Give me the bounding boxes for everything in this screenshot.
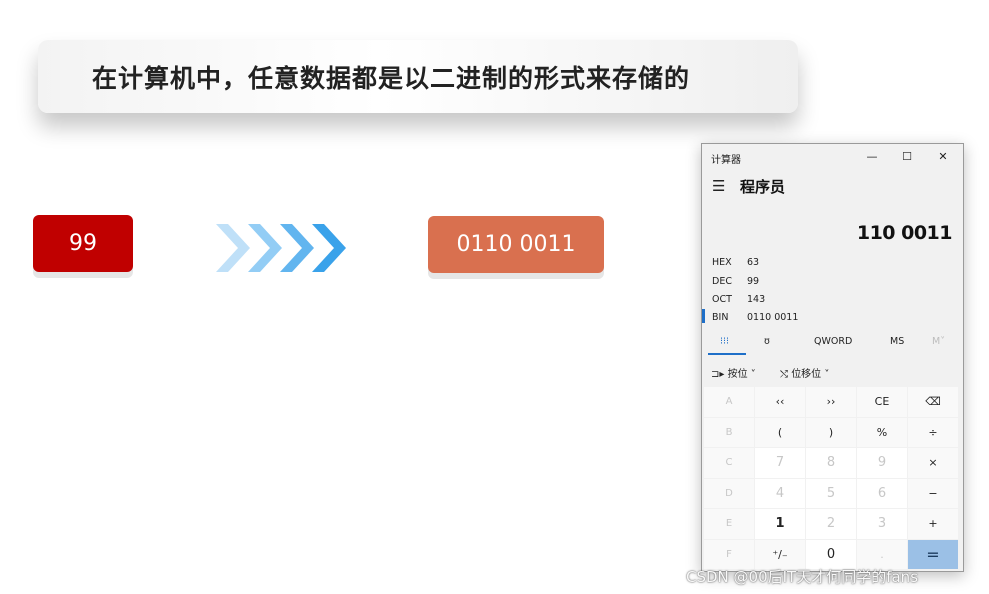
bitwise-ops-row: ⊐▸ 按位 ˅ ⤭ 位移位 ˅	[702, 362, 963, 384]
chevron-right-icon	[216, 224, 250, 272]
chevron-right-icon	[280, 224, 314, 272]
key-d[interactable]: D	[704, 478, 754, 508]
key-3[interactable]: 3	[857, 509, 907, 539]
key-6[interactable]: 6	[857, 478, 907, 508]
word-size-button[interactable]: QWORD	[814, 336, 852, 347]
key-close-paren[interactable]: )	[806, 417, 856, 447]
bit-shift-dropdown[interactable]: ⤭ 位移位 ˅	[780, 365, 829, 380]
radix-name: OCT	[712, 294, 732, 305]
key-right-shift[interactable]: ››	[806, 387, 856, 417]
key-decimal[interactable]: .	[857, 539, 907, 569]
watermark-text: CSDN @00后IT天才何同学的fans	[686, 568, 919, 586]
key-b[interactable]: B	[704, 417, 754, 447]
maximize-button[interactable]: ☐	[892, 147, 922, 167]
equals-button[interactable]: =	[908, 539, 958, 569]
multiply-icon[interactable]: ×	[908, 448, 958, 478]
radix-value: 99	[747, 276, 760, 287]
key-8[interactable]: 8	[806, 448, 856, 478]
key-7[interactable]: 7	[755, 448, 805, 478]
plus-icon[interactable]: +	[908, 509, 958, 539]
radix-value: 0110 0011	[747, 312, 799, 323]
key-a[interactable]: A	[704, 387, 754, 417]
memory-list-button[interactable]: M˅	[932, 336, 945, 347]
chevron-right-icon	[312, 224, 346, 272]
binary-value-box: 0110 0011	[428, 216, 604, 273]
title-banner: 在计算机中，任意数据都是以二进制的形式来存储的	[38, 40, 798, 113]
bitwise-icon: ⊐▸	[711, 369, 725, 380]
result-display: 110 0011	[856, 222, 953, 244]
key-5[interactable]: 5	[806, 478, 856, 508]
negate-icon[interactable]: ⁺∕₋	[755, 539, 805, 569]
bitwise-dropdown[interactable]: ⊐▸ 按位 ˅	[711, 365, 756, 380]
bit-shift-label: 位移位 ˅	[791, 369, 830, 380]
radix-name: DEC	[712, 276, 732, 287]
radix-value: 63	[747, 257, 760, 268]
divide-icon[interactable]: ÷	[908, 417, 958, 447]
bitwise-label: 按位 ˅	[727, 369, 756, 380]
hamburger-menu-icon[interactable]: ☰	[712, 177, 725, 195]
minimize-button[interactable]: —	[857, 147, 887, 167]
bit-shift-icon: ⤭	[780, 369, 788, 380]
calculator-window: 计算器 — ☐ ✕ ☰ 程序员 110 0011 HEX 63 DEC 99 O…	[701, 143, 964, 572]
key-1[interactable]: 1	[755, 509, 805, 539]
banner-title: 在计算机中，任意数据都是以二进制的形式来存储的	[92, 63, 691, 93]
key-9[interactable]: 9	[857, 448, 907, 478]
radix-selection-indicator	[702, 309, 705, 323]
key-left-shift[interactable]: ‹‹	[755, 387, 805, 417]
decimal-value-box: 99	[33, 215, 133, 272]
keypad: A ‹‹ ›› CE ⌫ B ( ) % ÷ C 7 8 9 × D 4 5 6…	[704, 387, 958, 569]
full-keypad-icon[interactable]: ⁝⁝⁝	[720, 336, 729, 347]
decimal-value: 99	[69, 231, 97, 256]
conversion-arrows	[216, 224, 346, 272]
key-c[interactable]: C	[704, 448, 754, 478]
window-title: 计算器	[711, 155, 741, 166]
radix-name: HEX	[712, 257, 732, 268]
chevron-right-icon	[248, 224, 282, 272]
key-2[interactable]: 2	[806, 509, 856, 539]
key-f[interactable]: F	[704, 539, 754, 569]
key-e[interactable]: E	[704, 509, 754, 539]
key-open-paren[interactable]: (	[755, 417, 805, 447]
backspace-icon[interactable]: ⌫	[908, 387, 958, 417]
close-button[interactable]: ✕	[928, 147, 958, 167]
radix-value: 143	[747, 294, 766, 305]
minus-icon[interactable]: −	[908, 478, 958, 508]
key-clear-entry[interactable]: CE	[857, 387, 907, 417]
title-bar[interactable]: 计算器 — ☐ ✕	[702, 144, 963, 170]
radix-name: BIN	[712, 312, 729, 323]
active-tab-underline	[708, 353, 746, 355]
bit-toggle-icon[interactable]: ʊ	[764, 336, 770, 347]
key-4[interactable]: 4	[755, 478, 805, 508]
mode-title: 程序员	[740, 178, 786, 196]
memory-store-button[interactable]: MS	[890, 336, 904, 347]
key-0[interactable]: 0	[806, 539, 856, 569]
binary-value: 0110 0011	[456, 232, 576, 257]
key-percent[interactable]: %	[857, 417, 907, 447]
